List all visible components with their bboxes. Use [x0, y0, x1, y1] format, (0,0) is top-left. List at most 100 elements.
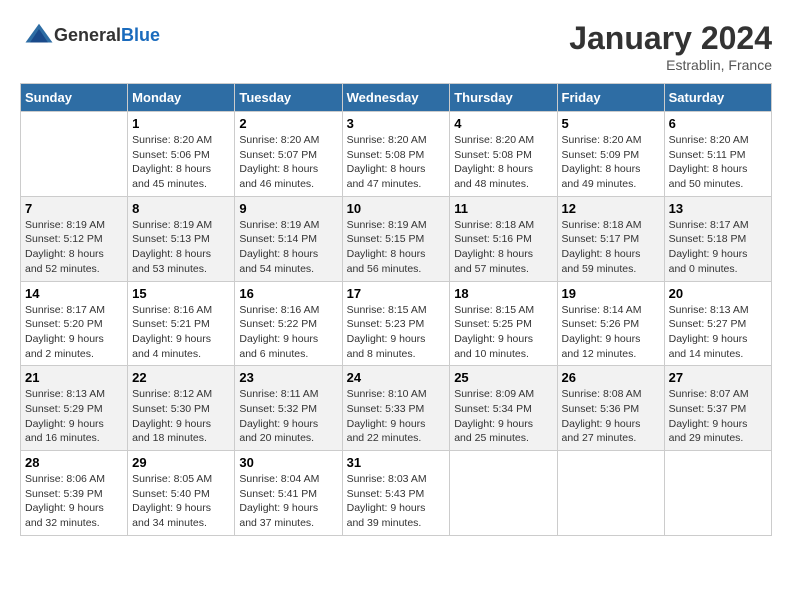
day-number: 15: [132, 286, 230, 301]
calendar-cell: 10 Sunrise: 8:19 AMSunset: 5:15 PMDayligh…: [342, 196, 450, 281]
location-title: Estrablin, France: [569, 57, 772, 73]
day-number: 11: [454, 201, 552, 216]
day-info: Sunrise: 8:19 AMSunset: 5:13 PMDaylight:…: [132, 218, 230, 277]
calendar-cell: 3 Sunrise: 8:20 AMSunset: 5:08 PMDaylight…: [342, 112, 450, 197]
calendar-cell: 16 Sunrise: 8:16 AMSunset: 5:22 PMDayligh…: [235, 281, 342, 366]
day-info: Sunrise: 8:10 AMSunset: 5:33 PMDaylight:…: [347, 387, 446, 446]
day-number: 5: [562, 116, 660, 131]
day-info: Sunrise: 8:03 AMSunset: 5:43 PMDaylight:…: [347, 472, 446, 531]
day-number: 6: [669, 116, 767, 131]
calendar-cell: 26Sunrise: 8:08 AMSunset: 5:36 PMDayligh…: [557, 366, 664, 451]
day-number: 13: [669, 201, 767, 216]
day-info: Sunrise: 8:04 AMSunset: 5:41 PMDaylight:…: [239, 472, 337, 531]
calendar-week-row: 21Sunrise: 8:13 AMSunset: 5:29 PMDayligh…: [21, 366, 772, 451]
calendar-cell: 7 Sunrise: 8:19 AMSunset: 5:12 PMDaylight…: [21, 196, 128, 281]
day-number: 1: [132, 116, 230, 131]
calendar-cell: 23Sunrise: 8:11 AMSunset: 5:32 PMDayligh…: [235, 366, 342, 451]
day-number: 28: [25, 455, 123, 470]
day-info: Sunrise: 8:09 AMSunset: 5:34 PMDaylight:…: [454, 387, 552, 446]
day-info: Sunrise: 8:14 AMSunset: 5:26 PMDaylight:…: [562, 303, 660, 362]
logo-text: GeneralBlue: [54, 25, 160, 46]
calendar-cell: 2 Sunrise: 8:20 AMSunset: 5:07 PMDaylight…: [235, 112, 342, 197]
day-info: Sunrise: 8:20 AMSunset: 5:11 PMDaylight:…: [669, 133, 767, 192]
calendar-cell: 20 Sunrise: 8:13 AMSunset: 5:27 PMDayligh…: [664, 281, 771, 366]
logo-icon: [24, 20, 54, 50]
day-info: Sunrise: 8:20 AMSunset: 5:08 PMDaylight:…: [454, 133, 552, 192]
col-wednesday: Wednesday: [342, 84, 450, 112]
calendar-body: 1 Sunrise: 8:20 AMSunset: 5:06 PMDaylight…: [21, 112, 772, 536]
calendar-cell: 17 Sunrise: 8:15 AMSunset: 5:23 PMDayligh…: [342, 281, 450, 366]
calendar-cell: 6 Sunrise: 8:20 AMSunset: 5:11 PMDaylight…: [664, 112, 771, 197]
day-info: Sunrise: 8:19 AMSunset: 5:12 PMDaylight:…: [25, 218, 123, 277]
calendar-cell: 24 Sunrise: 8:10 AMSunset: 5:33 PMDayligh…: [342, 366, 450, 451]
calendar-cell: 30 Sunrise: 8:04 AMSunset: 5:41 PMDayligh…: [235, 451, 342, 536]
day-info: Sunrise: 8:18 AMSunset: 5:16 PMDaylight:…: [454, 218, 552, 277]
day-info: Sunrise: 8:06 AMSunset: 5:39 PMDaylight:…: [25, 472, 123, 531]
calendar-table: Sunday Monday Tuesday Wednesday Thursday…: [20, 83, 772, 536]
calendar-cell: 8 Sunrise: 8:19 AMSunset: 5:13 PMDaylight…: [128, 196, 235, 281]
calendar-cell: 5 Sunrise: 8:20 AMSunset: 5:09 PMDaylight…: [557, 112, 664, 197]
calendar-cell: 22 Sunrise: 8:12 AMSunset: 5:30 PMDayligh…: [128, 366, 235, 451]
calendar-cell: 14Sunrise: 8:17 AMSunset: 5:20 PMDayligh…: [21, 281, 128, 366]
calendar-cell: 15Sunrise: 8:16 AMSunset: 5:21 PMDayligh…: [128, 281, 235, 366]
calendar-week-row: 28 Sunrise: 8:06 AMSunset: 5:39 PMDayligh…: [21, 451, 772, 536]
day-info: Sunrise: 8:20 AMSunset: 5:08 PMDaylight:…: [347, 133, 446, 192]
calendar-cell: 27 Sunrise: 8:07 AMSunset: 5:37 PMDayligh…: [664, 366, 771, 451]
day-info: Sunrise: 8:19 AMSunset: 5:15 PMDaylight:…: [347, 218, 446, 277]
calendar-cell: 4 Sunrise: 8:20 AMSunset: 5:08 PMDaylight…: [450, 112, 557, 197]
calendar-cell: [21, 112, 128, 197]
day-number: 25: [454, 370, 552, 385]
calendar-cell: 31Sunrise: 8:03 AMSunset: 5:43 PMDayligh…: [342, 451, 450, 536]
calendar-cell: 9 Sunrise: 8:19 AMSunset: 5:14 PMDaylight…: [235, 196, 342, 281]
day-info: Sunrise: 8:13 AMSunset: 5:29 PMDaylight:…: [25, 387, 123, 446]
day-number: 24: [347, 370, 446, 385]
day-number: 30: [239, 455, 337, 470]
day-info: Sunrise: 8:20 AMSunset: 5:07 PMDaylight:…: [239, 133, 337, 192]
day-number: 2: [239, 116, 337, 131]
day-number: 3: [347, 116, 446, 131]
day-number: 7: [25, 201, 123, 216]
col-tuesday: Tuesday: [235, 84, 342, 112]
col-thursday: Thursday: [450, 84, 557, 112]
calendar-cell: 12 Sunrise: 8:18 AMSunset: 5:17 PMDayligh…: [557, 196, 664, 281]
calendar-week-row: 1 Sunrise: 8:20 AMSunset: 5:06 PMDaylight…: [21, 112, 772, 197]
day-info: Sunrise: 8:20 AMSunset: 5:09 PMDaylight:…: [562, 133, 660, 192]
day-number: 20: [669, 286, 767, 301]
day-info: Sunrise: 8:15 AMSunset: 5:23 PMDaylight:…: [347, 303, 446, 362]
day-number: 17: [347, 286, 446, 301]
day-info: Sunrise: 8:19 AMSunset: 5:14 PMDaylight:…: [239, 218, 337, 277]
calendar-cell: 21Sunrise: 8:13 AMSunset: 5:29 PMDayligh…: [21, 366, 128, 451]
calendar-cell: 19 Sunrise: 8:14 AMSunset: 5:26 PMDayligh…: [557, 281, 664, 366]
day-number: 16: [239, 286, 337, 301]
day-info: Sunrise: 8:18 AMSunset: 5:17 PMDaylight:…: [562, 218, 660, 277]
day-number: 27: [669, 370, 767, 385]
day-info: Sunrise: 8:05 AMSunset: 5:40 PMDaylight:…: [132, 472, 230, 531]
day-info: Sunrise: 8:13 AMSunset: 5:27 PMDaylight:…: [669, 303, 767, 362]
day-info: Sunrise: 8:17 AMSunset: 5:20 PMDaylight:…: [25, 303, 123, 362]
day-number: 9: [239, 201, 337, 216]
day-info: Sunrise: 8:17 AMSunset: 5:18 PMDaylight:…: [669, 218, 767, 277]
col-saturday: Saturday: [664, 84, 771, 112]
page-header: GeneralBlue January 2024 Estrablin, Fran…: [20, 20, 772, 73]
calendar-cell: 25 Sunrise: 8:09 AMSunset: 5:34 PMDayligh…: [450, 366, 557, 451]
day-number: 12: [562, 201, 660, 216]
calendar-cell: 29 Sunrise: 8:05 AMSunset: 5:40 PMDayligh…: [128, 451, 235, 536]
day-info: Sunrise: 8:16 AMSunset: 5:22 PMDaylight:…: [239, 303, 337, 362]
day-number: 10: [347, 201, 446, 216]
day-number: 22: [132, 370, 230, 385]
day-info: Sunrise: 8:07 AMSunset: 5:37 PMDaylight:…: [669, 387, 767, 446]
day-number: 4: [454, 116, 552, 131]
calendar-cell: 1 Sunrise: 8:20 AMSunset: 5:06 PMDaylight…: [128, 112, 235, 197]
calendar-cell: [557, 451, 664, 536]
day-number: 19: [562, 286, 660, 301]
calendar-cell: 11 Sunrise: 8:18 AMSunset: 5:16 PMDayligh…: [450, 196, 557, 281]
calendar-week-row: 7 Sunrise: 8:19 AMSunset: 5:12 PMDaylight…: [21, 196, 772, 281]
day-number: 8: [132, 201, 230, 216]
title-area: January 2024 Estrablin, France: [569, 20, 772, 73]
col-sunday: Sunday: [21, 84, 128, 112]
day-info: Sunrise: 8:20 AMSunset: 5:06 PMDaylight:…: [132, 133, 230, 192]
calendar-week-row: 14Sunrise: 8:17 AMSunset: 5:20 PMDayligh…: [21, 281, 772, 366]
day-info: Sunrise: 8:12 AMSunset: 5:30 PMDaylight:…: [132, 387, 230, 446]
day-number: 29: [132, 455, 230, 470]
calendar-cell: 13 Sunrise: 8:17 AMSunset: 5:18 PMDayligh…: [664, 196, 771, 281]
